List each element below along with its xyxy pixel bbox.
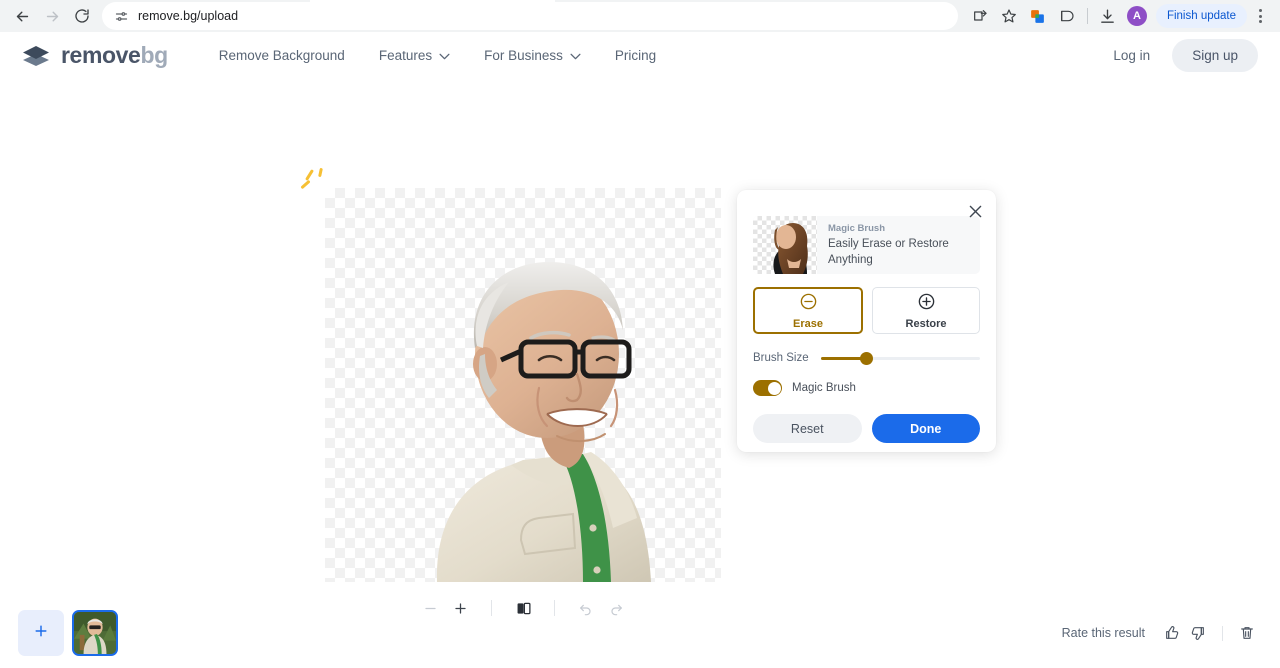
panel-actions: Reset Done xyxy=(753,414,980,443)
thumbs-up-icon[interactable] xyxy=(1159,620,1185,646)
forward-arrow-icon[interactable] xyxy=(38,2,66,30)
undo-button[interactable] xyxy=(571,593,601,623)
nav-item-features[interactable]: Features xyxy=(362,32,467,80)
brush-mode-selector: Erase Restore xyxy=(753,287,980,334)
promo-text: Magic Brush Easily Erase or Restore Anyt… xyxy=(817,216,980,274)
magic-brush-toggle-row: Magic Brush xyxy=(753,380,980,396)
nav-label: Remove Background xyxy=(218,48,345,63)
close-x-icon[interactable] xyxy=(966,202,984,220)
slider-thumb[interactable] xyxy=(859,351,873,365)
extension-puzzle-icon[interactable] xyxy=(1024,2,1052,30)
back-arrow-icon[interactable] xyxy=(8,2,36,30)
brush-size-slider[interactable] xyxy=(820,351,980,365)
site-header: removebg Remove Background Features For … xyxy=(0,32,1280,80)
magic-brush-toggle[interactable] xyxy=(753,380,782,396)
nav-item-remove-background[interactable]: Remove Background xyxy=(202,32,362,80)
done-button[interactable]: Done xyxy=(871,414,980,443)
browser-action-icons: A Finish update xyxy=(966,2,1272,30)
toolbar-divider xyxy=(491,600,492,616)
add-image-button[interactable] xyxy=(18,610,64,656)
download-icon[interactable] xyxy=(1094,2,1122,30)
layers-diamond-logo-icon xyxy=(20,40,52,72)
thumbnail-image xyxy=(74,612,116,654)
browser-toolbar: remove.bg/upload A Finish update xyxy=(0,0,1280,32)
login-button[interactable]: Log in xyxy=(1101,40,1162,71)
nav-label: Features xyxy=(378,48,433,63)
magic-brush-promo: Magic Brush Easily Erase or Restore Anyt… xyxy=(753,216,980,274)
erase-mode-button[interactable]: Erase xyxy=(753,287,863,334)
sparkle-loading-icon xyxy=(300,167,329,190)
main-navigation: Remove Background Features For Business … xyxy=(202,32,673,80)
brush-size-label: Brush Size xyxy=(753,352,809,364)
promo-subtitle: Easily Erase or Restore Anything xyxy=(828,238,949,266)
nav-label: For Business xyxy=(484,48,563,63)
restore-mode-label: Restore xyxy=(905,317,947,330)
page-settings-icon[interactable] xyxy=(114,9,129,24)
profile-avatar[interactable]: A xyxy=(1123,2,1151,30)
erase-mode-label: Erase xyxy=(793,317,823,330)
magic-brush-toggle-label: Magic Brush xyxy=(792,382,856,394)
nav-label: Pricing xyxy=(614,48,657,63)
circle-minus-icon xyxy=(799,292,818,316)
signup-button[interactable]: Sign up xyxy=(1172,39,1258,72)
cutout-subject-image xyxy=(436,262,651,582)
removebg-logo[interactable]: removebg xyxy=(20,40,168,72)
magic-brush-panel: Magic Brush Easily Erase or Restore Anyt… xyxy=(737,190,996,452)
logo-primary-text: remove xyxy=(61,42,141,68)
three-dot-menu-icon[interactable] xyxy=(1248,2,1272,30)
nav-item-for-business[interactable]: For Business xyxy=(467,32,598,80)
reset-button[interactable]: Reset xyxy=(753,414,862,443)
header-account-actions: Log in Sign up xyxy=(1101,39,1258,72)
address-bar[interactable]: remove.bg/upload xyxy=(102,2,958,30)
split-view-icon[interactable] xyxy=(1053,2,1081,30)
rate-label: Rate this result xyxy=(1061,626,1145,640)
compare-button[interactable] xyxy=(508,593,538,623)
image-thumbnail-selected[interactable] xyxy=(72,610,118,656)
logo-secondary-text: bg xyxy=(140,42,168,68)
image-thumbnail-strip xyxy=(18,610,118,656)
tab-strip-edge xyxy=(310,0,555,2)
chevron-down-icon xyxy=(570,48,581,63)
zoom-in-button[interactable] xyxy=(445,593,475,623)
brush-size-control: Brush Size xyxy=(753,351,980,365)
rate-divider xyxy=(1222,625,1223,641)
browser-navigation-buttons xyxy=(8,2,96,30)
avatar-initial: A xyxy=(1126,6,1147,26)
logo-wordmark: removebg xyxy=(61,44,168,67)
canvas-toolbar xyxy=(325,592,721,624)
promo-thumbnail-image xyxy=(753,216,817,274)
chevron-down-icon xyxy=(439,48,450,63)
toolbar-divider xyxy=(554,600,555,616)
cast-icon[interactable] xyxy=(966,2,994,30)
promo-title: Magic Brush xyxy=(828,223,886,234)
trash-icon[interactable] xyxy=(1234,620,1260,646)
compare-split-icon xyxy=(517,602,531,614)
plus-icon xyxy=(33,623,49,644)
redo-button[interactable] xyxy=(601,593,631,623)
star-icon[interactable] xyxy=(995,2,1023,30)
rate-result-bar: Rate this result xyxy=(1062,620,1260,646)
url-text: remove.bg/upload xyxy=(138,9,239,23)
finish-update-button[interactable]: Finish update xyxy=(1155,4,1247,28)
restore-mode-button[interactable]: Restore xyxy=(872,287,980,334)
editor-workspace: Magic Brush Easily Erase or Restore Anyt… xyxy=(0,80,1280,668)
thumbs-down-icon[interactable] xyxy=(1185,620,1211,646)
circle-plus-icon xyxy=(917,292,936,316)
nav-item-pricing[interactable]: Pricing xyxy=(598,32,673,80)
toolbar-divider xyxy=(1086,8,1088,24)
image-canvas[interactable] xyxy=(325,188,721,582)
zoom-out-button[interactable] xyxy=(415,593,445,623)
reload-icon[interactable] xyxy=(68,2,96,30)
